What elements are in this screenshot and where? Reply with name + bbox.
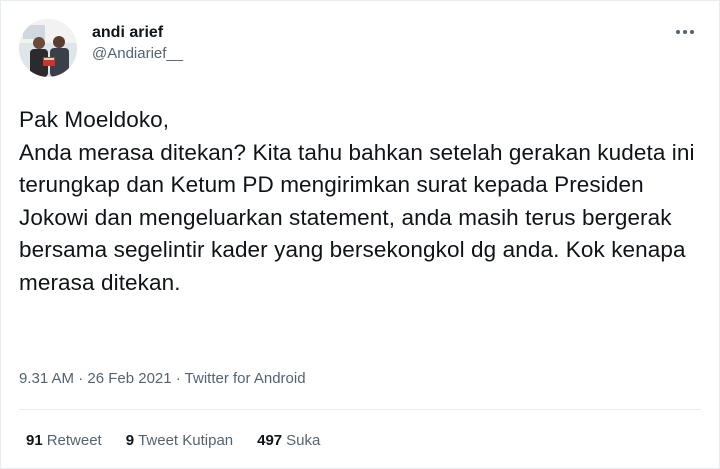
- quote-tweet-count[interactable]: 9 Tweet Kutipan: [126, 431, 233, 451]
- like-count-number: 497: [257, 432, 283, 449]
- more-options-button[interactable]: [671, 21, 699, 43]
- user-names: andi arief @Andiarief__: [92, 23, 183, 65]
- avatar[interactable]: [19, 19, 77, 77]
- quote-count-label: Tweet Kutipan: [138, 432, 234, 449]
- user-handle[interactable]: @Andiarief__: [92, 43, 183, 65]
- display-name[interactable]: andi arief: [92, 23, 183, 43]
- retweet-count-label: Retweet: [46, 432, 102, 449]
- retweet-count[interactable]: 91 Retweet: [26, 431, 102, 451]
- tweet-card: andi arief @Andiarief__ Pak Moeldoko, An…: [0, 0, 720, 469]
- profile-photo-icon: [19, 19, 77, 77]
- tweet-text: Pak Moeldoko, Anda merasa ditekan? Kita …: [19, 107, 695, 295]
- tweet-header: andi arief @Andiarief__: [19, 19, 701, 77]
- like-count-label: Suka: [286, 432, 321, 449]
- more-horizontal-icon: [676, 30, 694, 34]
- tweet-stats: 91 Retweet 9 Tweet Kutipan 497 Suka: [26, 431, 320, 451]
- divider: [19, 409, 701, 410]
- quote-count-number: 9: [125, 432, 135, 449]
- like-count[interactable]: 497 Suka: [257, 431, 320, 451]
- tweet-timestamp[interactable]: 9.31 AM · 26 Feb 2021 · Twitter for Andr…: [19, 369, 306, 389]
- retweet-count-number: 91: [26, 432, 43, 449]
